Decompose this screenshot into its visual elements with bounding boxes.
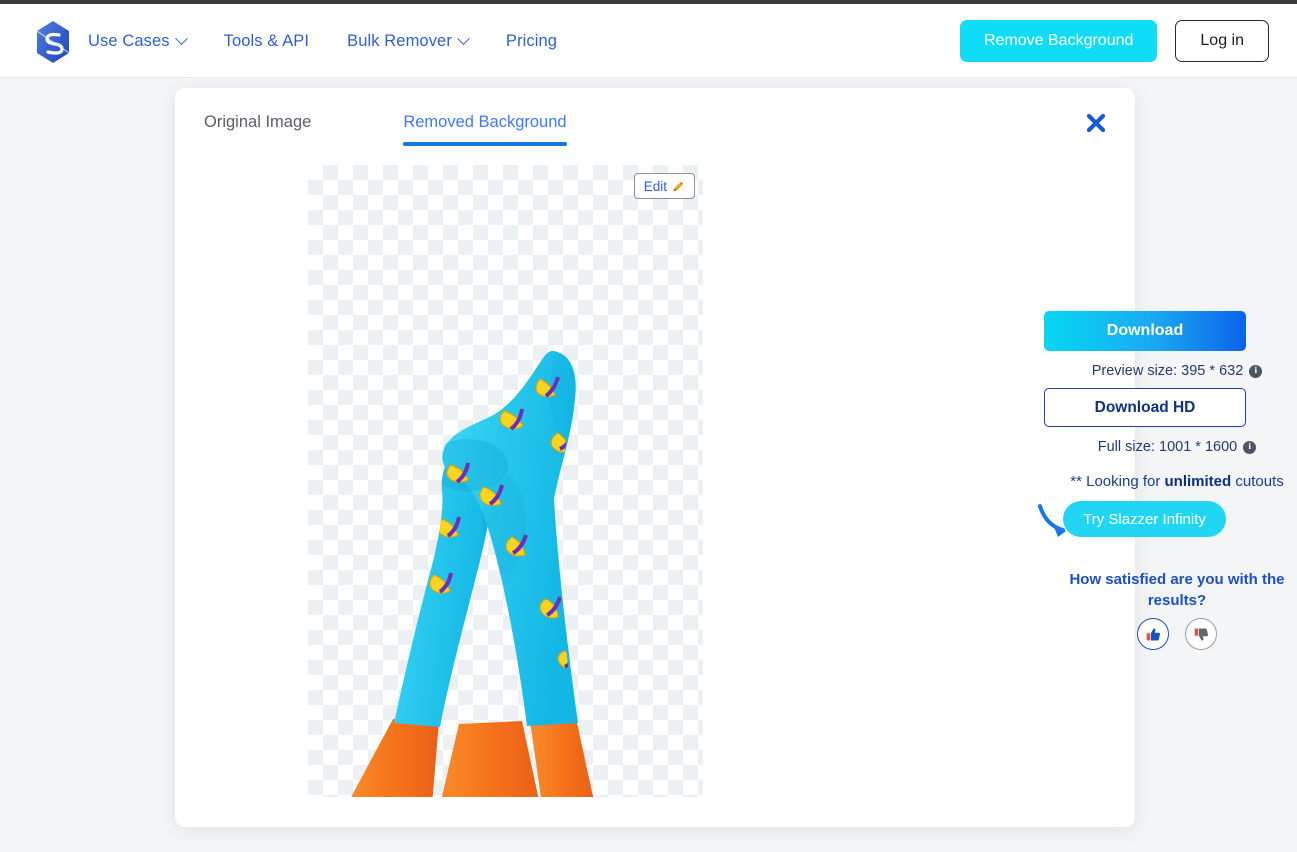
edit-button[interactable]: Edit	[633, 173, 695, 199]
download-button[interactable]: Download	[1044, 311, 1246, 351]
thumbs-down-icon[interactable]	[1185, 618, 1217, 650]
unlimited-cutouts-text: ** Looking for unlimited cutouts	[1044, 473, 1297, 490]
login-button[interactable]: Log in	[1175, 20, 1269, 62]
full-size-info: Full size: 1001 * 1600 i	[1044, 439, 1297, 455]
satisfaction-buttons	[1044, 618, 1297, 650]
remove-background-button[interactable]: Remove Background	[959, 20, 1158, 62]
nav-item-pricing[interactable]: Pricing	[506, 32, 557, 51]
pencil-icon	[673, 181, 684, 191]
slazzer-logo-icon[interactable]	[30, 16, 76, 68]
infinity-promo-row: Try Slazzer Infinity	[1038, 493, 1297, 543]
header-actions: Remove Background Log in	[959, 4, 1269, 78]
try-slazzer-infinity-button[interactable]: Try Slazzer Infinity	[1063, 501, 1226, 537]
nav-label: Use Cases	[88, 31, 170, 50]
unlimited-bold: unlimited	[1164, 473, 1232, 490]
action-panel: Download Preview size: 395 * 632 i Downl…	[869, 88, 1285, 827]
cutout-subject-image	[351, 350, 594, 797]
edit-label: Edit	[643, 178, 667, 194]
download-hd-button[interactable]: Download HD	[1044, 388, 1246, 427]
thumbs-up-icon[interactable]	[1137, 618, 1169, 650]
image-viewport[interactable]: Edit	[308, 165, 703, 797]
nav-item-tools-api[interactable]: Tools & API	[224, 32, 309, 51]
nav-item-bulk-remover[interactable]: Bulk Remover	[347, 31, 470, 51]
preview-size-label: Preview size: 395 * 632	[1091, 363, 1244, 379]
preview-size-info: Preview size: 395 * 632 i	[1044, 363, 1297, 379]
tab-original-image[interactable]: Original Image	[204, 113, 311, 146]
result-card: Original Image Removed Background Edit D…	[175, 88, 1285, 827]
primary-nav: Use Cases Tools & API Bulk Remover Prici…	[88, 4, 557, 78]
nav-label: Bulk Remover	[347, 31, 452, 50]
nav-label: Pricing	[505, 31, 558, 50]
page-root: Use Cases Tools & API Bulk Remover Prici…	[0, 0, 1297, 852]
satisfaction-question: How satisfied are you with the results?	[1069, 571, 1285, 609]
logo-svg	[36, 21, 70, 63]
tab-bar: Original Image Removed Background	[204, 113, 567, 146]
unlimited-suffix: cutouts	[1231, 473, 1284, 490]
site-header: Use Cases Tools & API Bulk Remover Prici…	[0, 4, 1297, 78]
thumbs-up-svg	[1146, 627, 1160, 640]
nav-item-use-cases[interactable]: Use Cases	[88, 31, 188, 51]
chevron-down-icon	[174, 31, 188, 45]
info-icon[interactable]: i	[1249, 364, 1263, 378]
info-icon[interactable]: i	[1243, 440, 1257, 454]
tab-removed-background[interactable]: Removed Background	[403, 113, 567, 146]
full-size-label: Full size: 1001 * 1600	[1097, 439, 1238, 455]
unlimited-prefix: ** Looking for	[1070, 473, 1165, 490]
thumbs-down-svg	[1194, 628, 1208, 641]
chevron-down-icon	[457, 31, 470, 45]
nav-label: Tools & API	[223, 31, 310, 50]
